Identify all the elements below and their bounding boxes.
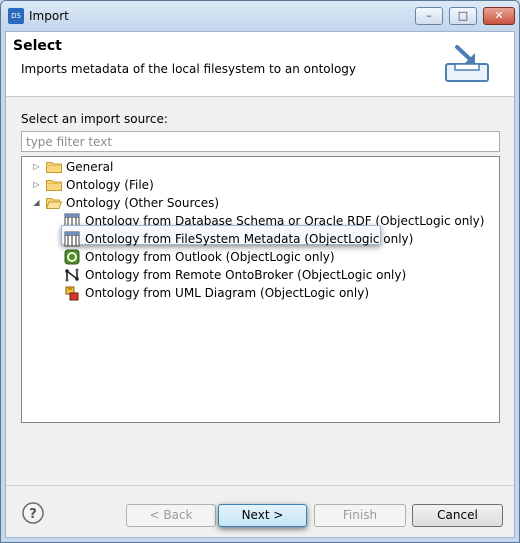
tree-item-label: Ontology from Outlook (ObjectLogic only) xyxy=(85,250,335,264)
tree-item-label: Ontology (Other Sources) xyxy=(66,196,220,210)
import-source-tree[interactable]: ▷ General ▷ Ontology (File) ◢ Ontology (… xyxy=(21,156,500,423)
tree-item-label: Ontology (File) xyxy=(66,178,154,192)
cancel-button[interactable]: Cancel xyxy=(412,504,503,527)
import-tray-icon xyxy=(445,45,489,82)
button-bar-separator xyxy=(6,485,514,486)
tree-item-ontology-other-sources[interactable]: ◢ Ontology (Other Sources) xyxy=(22,194,492,212)
folder-open-icon xyxy=(46,198,62,209)
import-dialog-window: DS Import – □ ✕ Select Imports metadata … xyxy=(0,0,520,543)
tree-item-filesystem-metadata[interactable]: Ontology from FileSystem Metadata (Objec… xyxy=(22,230,492,248)
minimize-button[interactable]: – xyxy=(415,7,443,25)
finish-button[interactable]: Finish xyxy=(314,504,406,527)
tree-item-outlook[interactable]: Ontology from Outlook (ObjectLogic only) xyxy=(22,248,492,266)
expand-arrow-icon[interactable]: ▷ xyxy=(32,158,41,176)
page-title: Select xyxy=(13,38,62,54)
collapse-arrow-icon[interactable]: ◢ xyxy=(32,194,41,212)
maximize-button[interactable]: □ xyxy=(449,7,477,25)
title-bar[interactable]: DS Import – □ ✕ xyxy=(1,1,519,31)
back-button[interactable]: < Back xyxy=(126,504,216,527)
filesystem-icon xyxy=(64,231,80,247)
filter-input[interactable] xyxy=(21,131,500,152)
next-button[interactable]: Next > xyxy=(218,504,307,527)
ontobroker-icon xyxy=(65,268,79,282)
help-icon[interactable]: ? xyxy=(22,502,44,524)
uml-diagram-icon xyxy=(65,286,79,301)
help-glyph: ? xyxy=(29,507,37,522)
page-description: Imports metadata of the local filesystem… xyxy=(21,62,357,76)
outlook-icon xyxy=(64,249,80,265)
wizard-banner: Select Imports metadata of the local fil… xyxy=(6,32,514,97)
tree-item-remote-ontobroker[interactable]: Ontology from Remote OntoBroker (ObjectL… xyxy=(22,266,492,284)
dialog-client-area: Select Imports metadata of the local fil… xyxy=(5,31,515,538)
tree-item-label: General xyxy=(66,160,114,174)
app-icon: DS xyxy=(8,8,24,24)
tree-item-uml-diagram[interactable]: Ontology from UML Diagram (ObjectLogic o… xyxy=(22,284,492,302)
close-button[interactable]: ✕ xyxy=(483,7,515,25)
tree-item-ontology-file[interactable]: ▷ Ontology (File) xyxy=(22,176,492,194)
tree-item-label: Ontology from UML Diagram (ObjectLogic o… xyxy=(85,286,370,300)
folder-icon xyxy=(46,180,62,191)
expand-arrow-icon[interactable]: ▷ xyxy=(32,176,41,194)
tree-item-label: Ontology from FileSystem Metadata (Objec… xyxy=(85,232,414,246)
tree-item-general[interactable]: ▷ General xyxy=(22,158,492,176)
folder-icon xyxy=(46,162,62,173)
import-source-label: Select an import source: xyxy=(21,112,168,126)
tree-item-label: Ontology from Remote OntoBroker (ObjectL… xyxy=(85,268,407,282)
window-title: Import xyxy=(29,9,69,23)
